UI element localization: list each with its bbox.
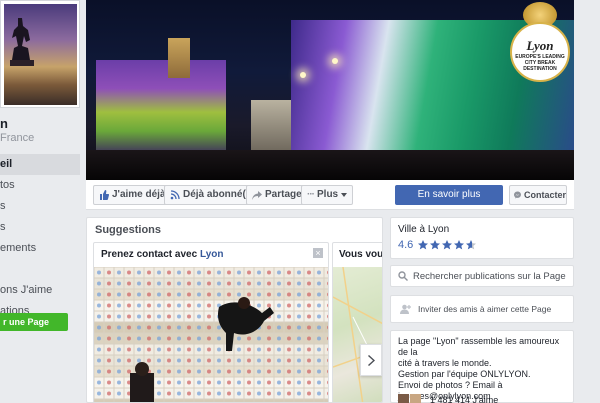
- invite-friends[interactable]: Inviter des amis à aimer cette Page: [390, 295, 574, 323]
- add-friend-icon: [400, 304, 411, 314]
- share-label: Partager: [265, 189, 306, 200]
- about-text: La page "Lyon" rassemble les amoureux de…: [398, 336, 568, 402]
- rating-row[interactable]: 4.6: [398, 239, 477, 251]
- star-icon: [454, 240, 465, 250]
- suggestion-page-link[interactable]: Lyon: [200, 249, 224, 260]
- chevron-down-icon: [341, 193, 348, 197]
- badge-name: Lyon: [526, 38, 554, 53]
- contact-label: Contacter: [523, 190, 566, 200]
- about-line: La page "Lyon" rassemble les amoureux de…: [398, 336, 560, 357]
- share-arrow-icon: [252, 190, 262, 200]
- cover-crowd: [86, 150, 574, 180]
- nav-item-home[interactable]: eil: [0, 154, 80, 175]
- create-page-button[interactable]: r une Page: [0, 313, 68, 331]
- more-label: Plus: [317, 189, 339, 200]
- page-nav: eil tos s s ements ons J'aime ations: [0, 154, 80, 322]
- cover-light: [332, 58, 338, 64]
- badge-line: DESTINATION: [523, 66, 557, 72]
- rating-card: Ville à Lyon 4.6: [390, 217, 574, 259]
- cover-light: [300, 72, 306, 78]
- map-image: [333, 266, 382, 402]
- suggestions-title: Suggestions: [95, 224, 162, 236]
- star-icon: [430, 240, 441, 250]
- suggestion-card-2-title: Vous vous tr: [339, 249, 383, 260]
- rating-value: 4.6: [398, 239, 414, 251]
- nav-item-events[interactable]: ements: [0, 238, 80, 259]
- suggestion-card-2[interactable]: Vous vous tr: [332, 242, 383, 402]
- cover-building-left: [96, 60, 226, 155]
- about-card: La page "Lyon" rassemble les amoureux de…: [390, 330, 574, 403]
- suggestion-prefix: Prenez contact avec: [101, 249, 198, 260]
- invite-label: Inviter des amis à aimer cette Page: [418, 304, 552, 314]
- messenger-icon: [514, 191, 521, 199]
- search-icon: [398, 271, 408, 281]
- star-half-icon: [466, 240, 477, 250]
- suggestion-card-title: Prenez contact avec Lyon: [101, 249, 223, 260]
- about-line: Envoi de photos ? Email à: [398, 380, 503, 390]
- page-search[interactable]: Rechercher publications sur la Page: [390, 265, 574, 287]
- cover-building-middle: [251, 100, 291, 155]
- cover-tower: [168, 38, 190, 78]
- nav-item-photos[interactable]: tos: [0, 175, 80, 196]
- page-subtitle: France: [0, 132, 35, 144]
- more-button[interactable]: ··· Plus: [301, 185, 354, 205]
- suggestions-panel: Suggestions Prenez contact avec Lyon × V…: [86, 217, 383, 403]
- search-label: Rechercher publications sur la Page: [413, 270, 566, 282]
- learn-more-button[interactable]: En savoir plus: [395, 185, 503, 205]
- suggestion-card[interactable]: Prenez contact avec Lyon ×: [93, 242, 329, 402]
- profile-picture[interactable]: [0, 0, 80, 108]
- statue-icon: [10, 18, 34, 66]
- contact-button[interactable]: Contacter: [509, 185, 567, 205]
- star-icon: [442, 240, 453, 250]
- page-action-bar: J'aime déjà Déjà abonné(e) Partager ··· …: [86, 180, 574, 210]
- thumbs-up-icon: [100, 190, 109, 200]
- like-label: J'aime déjà: [112, 189, 166, 200]
- follow-label: Déjà abonné(e): [183, 189, 255, 200]
- page-category[interactable]: Ville à Lyon: [398, 224, 449, 235]
- about-line: Gestion par l'équipe ONLYLYON.: [398, 369, 531, 379]
- star-icon: [418, 240, 429, 250]
- cover-photo[interactable]: Lyon EUROPE'S LEADING CITY BREAK DESTINA…: [86, 0, 574, 180]
- profile-image: [4, 4, 77, 105]
- suggestion-card-image[interactable]: [94, 267, 328, 402]
- friends-avatars-icon: [398, 394, 421, 403]
- nav-item-6[interactable]: [0, 259, 80, 280]
- award-badge: Lyon EUROPE'S LEADING CITY BREAK DESTINA…: [510, 22, 570, 82]
- map-roads-icon: [333, 266, 382, 402]
- likes-count: 1 481 414 J'aime: [430, 395, 499, 403]
- about-line: cité à travers le monde.: [398, 358, 492, 368]
- nav-item-3[interactable]: s: [0, 196, 80, 217]
- close-icon[interactable]: ×: [313, 248, 323, 258]
- nav-item-4[interactable]: s: [0, 217, 80, 238]
- page-name[interactable]: n: [0, 116, 8, 131]
- drawings-wall-image: [94, 267, 328, 402]
- nav-item-likes[interactable]: ons J'aime: [0, 280, 80, 301]
- rss-icon: [170, 190, 180, 200]
- chevron-right-icon: [367, 354, 375, 366]
- left-sidebar: n France eil tos s s ements ons J'aime a…: [0, 0, 86, 403]
- next-suggestion-button[interactable]: [360, 344, 382, 376]
- ellipsis-icon: ···: [307, 189, 315, 200]
- likes-row: 1 481 414 J'aime: [398, 394, 498, 403]
